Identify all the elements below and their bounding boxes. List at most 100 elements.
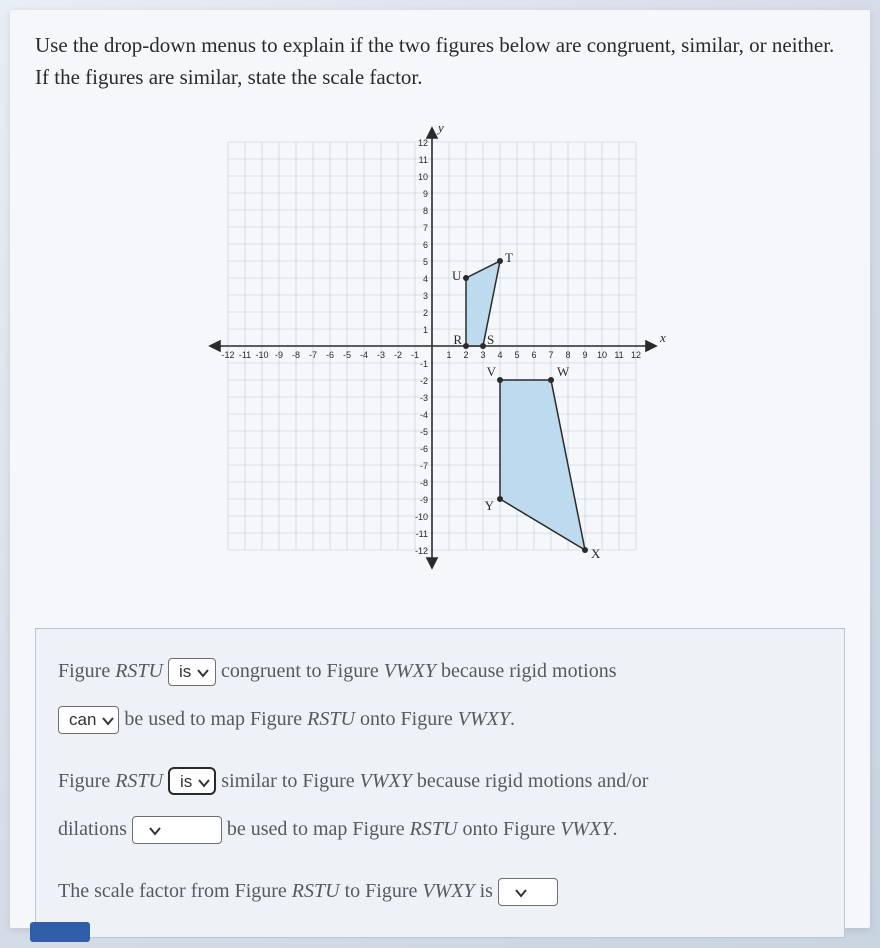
svg-text:-8: -8 bbox=[292, 350, 300, 360]
svg-text:4: 4 bbox=[423, 274, 428, 284]
figure-name: RSTU bbox=[115, 770, 163, 792]
svg-text:-10: -10 bbox=[415, 512, 428, 522]
svg-text:-6: -6 bbox=[326, 350, 334, 360]
svg-text:6: 6 bbox=[423, 240, 428, 250]
svg-text:12: 12 bbox=[631, 350, 641, 360]
svg-text:-7: -7 bbox=[420, 461, 428, 471]
coordinate-plane: y x -12-11-10-9-8-7-6-5-4-3-2-1 12345678… bbox=[200, 118, 680, 588]
svg-text:3: 3 bbox=[423, 291, 428, 301]
text: because rigid motions bbox=[436, 660, 617, 682]
svg-text:-4: -4 bbox=[420, 410, 428, 420]
figure-name: VWXY bbox=[458, 708, 510, 730]
svg-text:3: 3 bbox=[480, 350, 485, 360]
figure-name: RSTU bbox=[292, 880, 340, 902]
svg-text:-4: -4 bbox=[360, 350, 368, 360]
text: onto Figure bbox=[457, 818, 560, 840]
svg-text:6: 6 bbox=[531, 350, 536, 360]
text: dilations bbox=[58, 818, 132, 840]
footer-button[interactable] bbox=[30, 922, 90, 942]
svg-text:-2: -2 bbox=[420, 376, 428, 386]
text: be used to map Figure bbox=[124, 708, 307, 730]
svg-text:11: 11 bbox=[419, 155, 428, 165]
chevron-down-icon bbox=[197, 661, 209, 685]
svg-text:-12: -12 bbox=[415, 546, 428, 556]
text: onto Figure bbox=[355, 708, 458, 730]
svg-text:-1: -1 bbox=[420, 359, 428, 369]
y-axis-label: y bbox=[436, 120, 444, 135]
text: is bbox=[475, 880, 498, 902]
svg-text:-6: -6 bbox=[420, 444, 428, 454]
svg-text:1: 1 bbox=[423, 325, 428, 335]
svg-text:5: 5 bbox=[514, 350, 519, 360]
figure-name: RSTU bbox=[410, 818, 458, 840]
svg-text:-12: -12 bbox=[221, 350, 234, 360]
vertex-t: T bbox=[505, 250, 513, 265]
vertex-u: U bbox=[452, 268, 462, 283]
svg-text:-5: -5 bbox=[343, 350, 351, 360]
svg-text:9: 9 bbox=[582, 350, 587, 360]
dropdown-can[interactable]: can bbox=[58, 706, 119, 734]
x-axis-label: x bbox=[659, 330, 666, 345]
svg-text:12: 12 bbox=[418, 138, 428, 148]
chevron-down-icon bbox=[198, 771, 210, 795]
text: . bbox=[510, 708, 515, 730]
vertex-v: V bbox=[487, 364, 497, 379]
svg-text:9: 9 bbox=[423, 189, 428, 199]
text: because rigid motions and/or bbox=[412, 770, 649, 792]
svg-text:-10: -10 bbox=[255, 350, 268, 360]
svg-text:8: 8 bbox=[565, 350, 570, 360]
svg-text:5: 5 bbox=[423, 257, 428, 267]
svg-text:-3: -3 bbox=[420, 393, 428, 403]
svg-text:7: 7 bbox=[423, 223, 428, 233]
figure-rstu bbox=[466, 261, 500, 346]
svg-text:-7: -7 bbox=[309, 350, 317, 360]
text: . bbox=[612, 818, 617, 840]
vertex-w: W bbox=[557, 364, 570, 379]
figure-name: VWXY bbox=[560, 818, 612, 840]
svg-text:2: 2 bbox=[423, 308, 428, 318]
vertex-x: X bbox=[591, 546, 601, 561]
dropdown-dilations[interactable] bbox=[132, 816, 222, 844]
svg-text:2: 2 bbox=[463, 350, 468, 360]
svg-text:1: 1 bbox=[446, 350, 451, 360]
svg-text:-8: -8 bbox=[420, 478, 428, 488]
figure-name: VWXY bbox=[384, 660, 436, 682]
svg-text:-3: -3 bbox=[377, 350, 385, 360]
text: to Figure bbox=[340, 880, 423, 902]
question-container: Use the drop-down menus to explain if th… bbox=[10, 10, 870, 928]
svg-text:11: 11 bbox=[614, 350, 623, 360]
text: Figure bbox=[58, 660, 115, 682]
svg-text:-11: -11 bbox=[416, 529, 428, 539]
svg-text:-5: -5 bbox=[420, 427, 428, 437]
text: congruent to Figure bbox=[221, 660, 384, 682]
dropdown-congruent-is[interactable]: is bbox=[168, 658, 216, 686]
answer-panel: Figure RSTU is congruent to Figure VWXY … bbox=[35, 628, 845, 938]
svg-text:4: 4 bbox=[497, 350, 502, 360]
svg-text:-11: -11 bbox=[239, 350, 251, 360]
chevron-down-icon bbox=[149, 819, 161, 843]
svg-text:-2: -2 bbox=[394, 350, 402, 360]
text: be used to map Figure bbox=[227, 818, 410, 840]
figure-name: VWXY bbox=[422, 880, 474, 902]
chevron-down-icon bbox=[102, 709, 114, 733]
svg-text:10: 10 bbox=[597, 350, 607, 360]
vertex-r: R bbox=[453, 332, 462, 347]
text: The scale factor from Figure bbox=[58, 880, 292, 902]
vertex-y: Y bbox=[485, 498, 495, 513]
svg-text:-9: -9 bbox=[275, 350, 283, 360]
svg-text:-9: -9 bbox=[420, 495, 428, 505]
dropdown-scale-factor[interactable] bbox=[498, 878, 558, 906]
graph-area: y x -12-11-10-9-8-7-6-5-4-3-2-1 12345678… bbox=[35, 118, 845, 588]
text: similar to Figure bbox=[221, 770, 359, 792]
svg-text:8: 8 bbox=[423, 206, 428, 216]
svg-text:10: 10 bbox=[418, 172, 428, 182]
vertex-s: S bbox=[487, 332, 494, 347]
svg-text:7: 7 bbox=[548, 350, 553, 360]
question-prompt: Use the drop-down menus to explain if th… bbox=[35, 30, 845, 93]
figure-name: VWXY bbox=[360, 770, 412, 792]
figure-name: RSTU bbox=[307, 708, 355, 730]
dropdown-similar-is[interactable]: is bbox=[168, 767, 216, 795]
svg-text:-1: -1 bbox=[411, 350, 419, 360]
chevron-down-icon bbox=[515, 881, 527, 905]
text: Figure bbox=[58, 770, 115, 792]
